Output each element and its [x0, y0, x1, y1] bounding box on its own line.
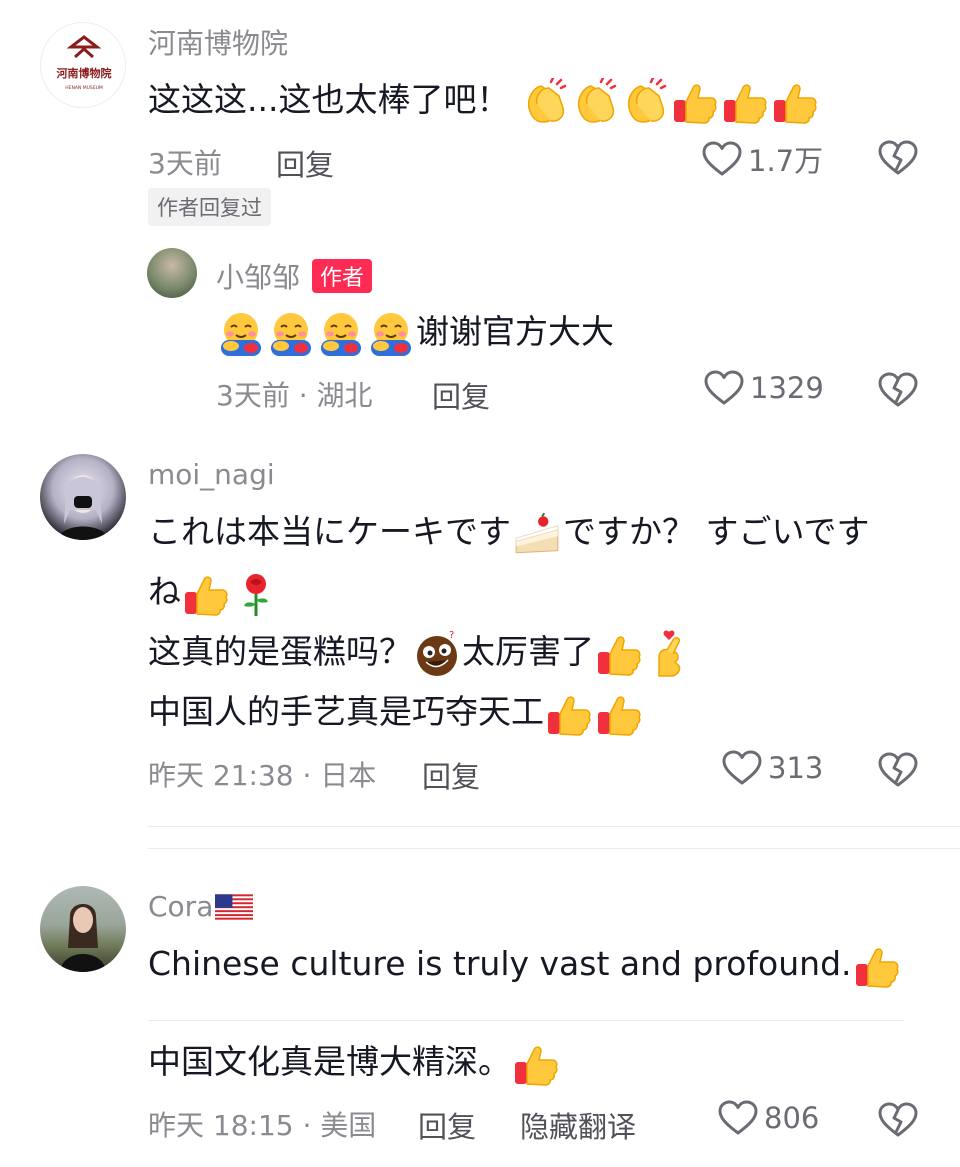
like-button[interactable]: 1.7万	[702, 138, 823, 180]
like-button[interactable]: 1329	[704, 370, 824, 406]
thumbs-up-emoji	[545, 690, 593, 738]
museum-logo-icon: 河南博物院 HENAN MUSEUM	[57, 35, 112, 91]
finger-heart-emoji	[645, 630, 693, 678]
heart-outline-icon	[704, 370, 744, 406]
hug-emoji	[217, 310, 265, 358]
clap-emoji	[571, 78, 619, 126]
thumbs-up-emoji	[721, 78, 769, 126]
rose-emoji	[232, 570, 280, 618]
thumbs-up-emoji	[671, 78, 719, 126]
thumbs-up-emoji	[771, 78, 819, 126]
thumbs-up-emoji	[853, 942, 901, 990]
reply-text: 谢谢官方大大	[216, 302, 614, 362]
hug-emoji	[367, 310, 415, 358]
reply-author[interactable]: 小邹邹 作者	[216, 256, 373, 296]
comment-text-part: ね	[148, 572, 181, 611]
reply-avatar[interactable]	[147, 248, 197, 298]
comment-author[interactable]: 河南博物院	[148, 22, 288, 62]
broken-heart-icon[interactable]	[878, 1102, 918, 1138]
hug-emoji	[317, 310, 365, 358]
section-divider	[148, 826, 960, 827]
reply-time: 3天前 · 湖北	[216, 379, 373, 412]
cake-emoji	[512, 509, 562, 559]
translation-text: 中国文化真是博大精深。	[148, 1032, 561, 1092]
comment-text-line: ね	[148, 562, 281, 622]
translation-divider	[148, 1020, 904, 1021]
comment-author[interactable]: moi_nagi	[148, 458, 275, 491]
comment-text-line: 这真的是蛋糕吗？ 太厉害了	[148, 622, 694, 682]
like-count: 1329	[750, 371, 824, 405]
comment-text-part: これは本当にケーキです	[148, 512, 511, 551]
comment-text-part: 这真的是蛋糕吗？	[148, 632, 412, 671]
comment-henan-museum: 河南博物院 HENAN MUSEUM 河南博物院 这这这...这也太棒了吧！ 3…	[0, 0, 960, 440]
us-flag-emoji	[215, 894, 253, 920]
comment-time: 昨天 18:15 · 美国	[148, 1109, 377, 1142]
thumbs-up-emoji	[512, 1040, 560, 1088]
avatar[interactable]	[40, 454, 126, 540]
like-count: 1.7万	[748, 144, 824, 178]
avatar-portrait-icon	[58, 475, 108, 540]
translation-text-body: 中国文化真是博大精深。	[148, 1042, 511, 1081]
comment-moi-nagi: moi_nagi これは本当にケーキです ですか？ すごいです ね 这真的是蛋糕吗…	[0, 440, 960, 830]
reply-author-name: 小邹邹	[216, 261, 301, 294]
like-count: 313	[768, 751, 824, 785]
broken-heart-icon[interactable]	[878, 372, 918, 408]
thumbs-up-emoji	[595, 690, 643, 738]
heart-outline-icon	[722, 750, 762, 786]
broken-heart-icon[interactable]	[878, 140, 918, 176]
comment-time: 3天前	[148, 147, 222, 180]
comment-text-part: 中国人的手艺真是巧夺天工	[148, 692, 544, 731]
reply-button[interactable]: 回复	[432, 374, 490, 416]
like-button[interactable]: 806	[718, 1100, 819, 1136]
comment-text-line: これは本当にケーキです ですか？ すごいです	[148, 502, 870, 562]
comment-text-part: 太厉害了	[462, 632, 594, 671]
comment-author-name: Cora	[148, 890, 214, 923]
comment-cora: Cora Chinese culture is truly vast and p…	[0, 870, 960, 1167]
comment-author[interactable]: Cora	[148, 890, 253, 923]
hug-emoji	[267, 310, 315, 358]
hide-translation-button[interactable]: 隐藏翻译	[520, 1104, 636, 1146]
clap-emoji	[621, 78, 669, 126]
svg-text:河南博物院: 河南博物院	[57, 66, 112, 80]
like-button[interactable]: 313	[722, 750, 823, 786]
avatar-portrait-icon	[60, 904, 106, 972]
comment-text-part: ですか？ すごいです	[563, 512, 870, 551]
comment-text-line: 中国人的手艺真是巧夺天工	[148, 682, 644, 742]
comment-text-body: 这这这...这也太棒了吧！	[148, 80, 510, 119]
thumbs-up-emoji	[182, 570, 230, 618]
heart-outline-icon	[702, 141, 742, 177]
comment-time: 昨天 21:38 · 日本	[148, 759, 377, 792]
thumbs-up-emoji	[595, 630, 643, 678]
avatar[interactable]	[40, 886, 126, 972]
reply-button[interactable]: 回复	[276, 142, 334, 184]
reply-button[interactable]: 回复	[422, 754, 480, 796]
author-replied-badge: 作者回复过	[148, 188, 271, 226]
comment-text: 这这这...这也太棒了吧！	[148, 70, 820, 130]
clap-emoji	[521, 78, 569, 126]
svg-text:HENAN MUSEUM: HENAN MUSEUM	[65, 85, 103, 91]
reply-button[interactable]: 回复	[418, 1104, 476, 1146]
like-count: 806	[764, 1101, 820, 1135]
author-badge: 作者	[312, 259, 373, 293]
reply-text-body: 谢谢官方大大	[416, 312, 614, 351]
comment-text: Chinese culture is truly vast and profou…	[148, 934, 902, 994]
dizzy-face-emoji	[413, 630, 461, 678]
comment-text-body: Chinese culture is truly vast and profou…	[148, 944, 852, 983]
broken-heart-icon[interactable]	[878, 752, 918, 788]
avatar[interactable]: 河南博物院 HENAN MUSEUM	[40, 22, 126, 108]
heart-outline-icon	[718, 1100, 758, 1136]
section-divider	[148, 848, 960, 849]
